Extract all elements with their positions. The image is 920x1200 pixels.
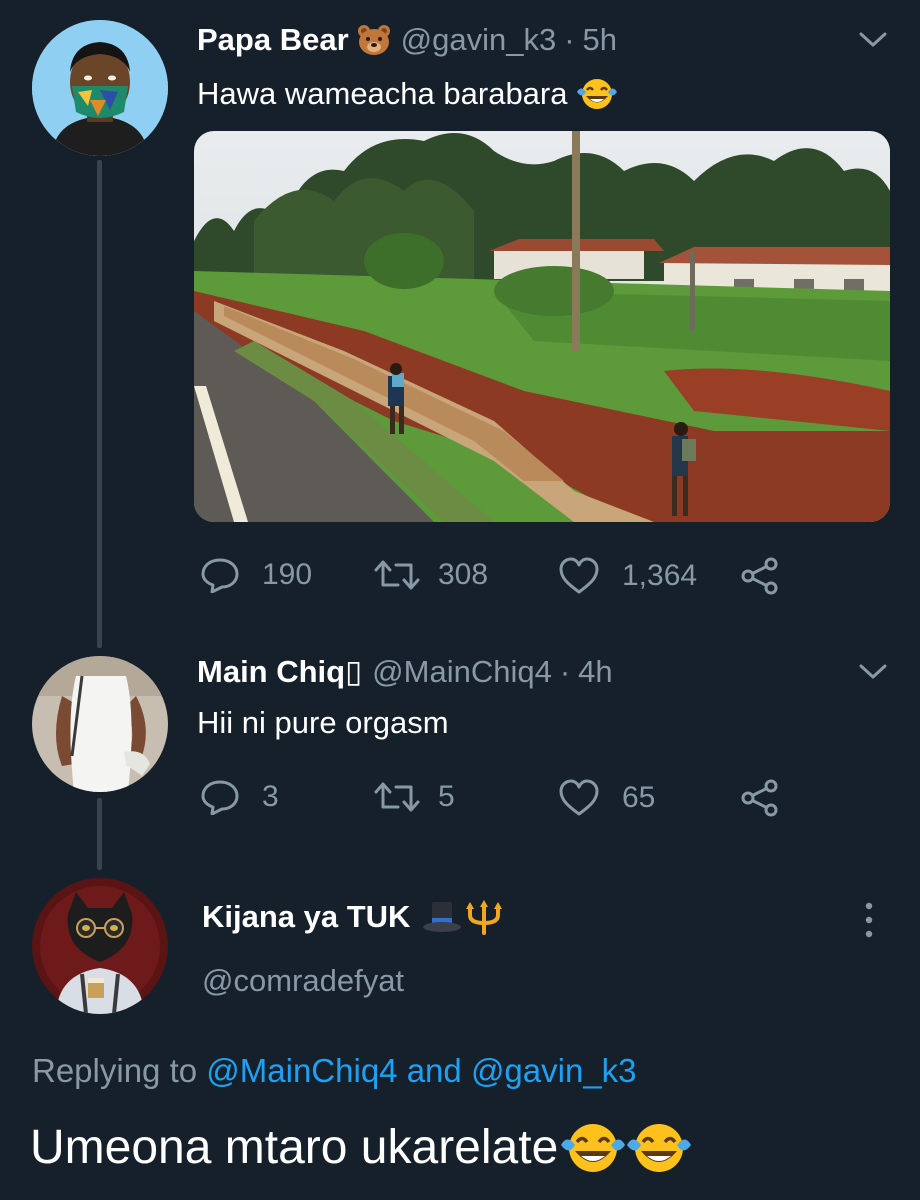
like-action[interactable]: 1,364 bbox=[558, 557, 697, 595]
tweet-text: Umeona mtaro ukarelate bbox=[30, 1121, 559, 1174]
reply-count: 3 bbox=[262, 780, 279, 813]
avatar-papa-bear[interactable] bbox=[32, 20, 168, 156]
focused-tweet-text: Umeona mtaro ukarelate bbox=[30, 1118, 692, 1178]
thread-line-1 bbox=[97, 160, 102, 648]
face-with-tears-of-joy-emoji bbox=[560, 1121, 626, 1175]
retweet-action[interactable]: 308 bbox=[374, 557, 488, 593]
tweet-2-text: Hii ni pure orgasm bbox=[197, 703, 449, 743]
tweet-text: Hii ni pure orgasm bbox=[197, 705, 449, 740]
chevron-down-icon[interactable] bbox=[858, 30, 888, 50]
tweet-text: Hawa wameacha barabara bbox=[197, 76, 568, 111]
separator-dot: · bbox=[564, 22, 575, 57]
face-with-tears-of-joy-emoji bbox=[576, 77, 618, 111]
roadside-ditch-photo bbox=[194, 131, 890, 522]
focused-tweet-name: Kijana ya TUK bbox=[202, 897, 504, 937]
share-action[interactable] bbox=[740, 778, 780, 818]
like-count: 1,364 bbox=[622, 559, 698, 592]
more-options-icon[interactable] bbox=[862, 902, 876, 938]
replying-prefix: Replying to bbox=[32, 1052, 198, 1089]
avatar-main-chiq[interactable] bbox=[32, 656, 168, 792]
display-name[interactable]: Kijana ya TUK bbox=[202, 897, 410, 937]
tweet-photo[interactable] bbox=[194, 131, 890, 522]
face-with-tears-of-joy-emoji bbox=[626, 1121, 692, 1175]
timestamp[interactable]: 4h bbox=[578, 652, 612, 692]
top-hat-emoji bbox=[422, 900, 462, 934]
retweet-icon bbox=[374, 782, 420, 812]
retweet-count: 308 bbox=[438, 558, 489, 591]
display-name[interactable]: Papa Bear bbox=[197, 20, 349, 60]
tweet-1-header: Papa Bear @gavin_k3 · 5h bbox=[197, 20, 617, 60]
trident-emoji bbox=[464, 899, 504, 935]
mention-link[interactable]: @gavin_k3 bbox=[471, 1052, 637, 1089]
retweet-icon bbox=[374, 560, 420, 590]
reply-icon bbox=[201, 780, 239, 815]
retweet-count: 5 bbox=[438, 780, 455, 813]
timestamp[interactable]: 5h bbox=[583, 20, 617, 60]
mention-link[interactable]: @MainChiq4 bbox=[206, 1052, 397, 1089]
replying-to-line: Replying to @MainChiq4 and @gavin_k3 bbox=[32, 1049, 637, 1093]
reply-action[interactable]: 3 bbox=[200, 779, 279, 815]
heart-icon bbox=[559, 557, 599, 594]
heart-icon bbox=[559, 779, 599, 816]
user-handle[interactable]: @gavin_k3 bbox=[401, 20, 557, 60]
share-icon bbox=[741, 557, 778, 595]
reply-action[interactable]: 190 bbox=[200, 557, 312, 593]
display-name[interactable]: Main Chiq bbox=[197, 652, 345, 692]
reply-icon bbox=[201, 558, 239, 593]
retweet-action[interactable]: 5 bbox=[374, 779, 455, 815]
share-action[interactable] bbox=[740, 556, 780, 596]
chevron-down-icon[interactable] bbox=[858, 662, 888, 682]
share-icon bbox=[741, 779, 778, 817]
user-handle[interactable]: @comradefyat bbox=[202, 961, 404, 1001]
tweet-1-text: Hawa wameacha barabara bbox=[197, 74, 618, 114]
like-action[interactable]: 65 bbox=[558, 779, 655, 817]
reply-count: 190 bbox=[262, 558, 313, 591]
like-count: 65 bbox=[622, 781, 656, 814]
replying-joiner: and bbox=[406, 1052, 462, 1089]
thread-line-2 bbox=[97, 798, 102, 870]
name-suffix-glyph: ▯ bbox=[345, 654, 363, 689]
user-handle[interactable]: @MainChiq4 bbox=[372, 652, 552, 692]
bear-face-emoji bbox=[357, 24, 391, 56]
avatar-kijana-ya-tuk[interactable] bbox=[32, 878, 168, 1014]
separator-dot: · bbox=[559, 654, 571, 689]
tweet-2-header: Main Chiq ▯ @MainChiq4 · 4h bbox=[197, 652, 613, 692]
